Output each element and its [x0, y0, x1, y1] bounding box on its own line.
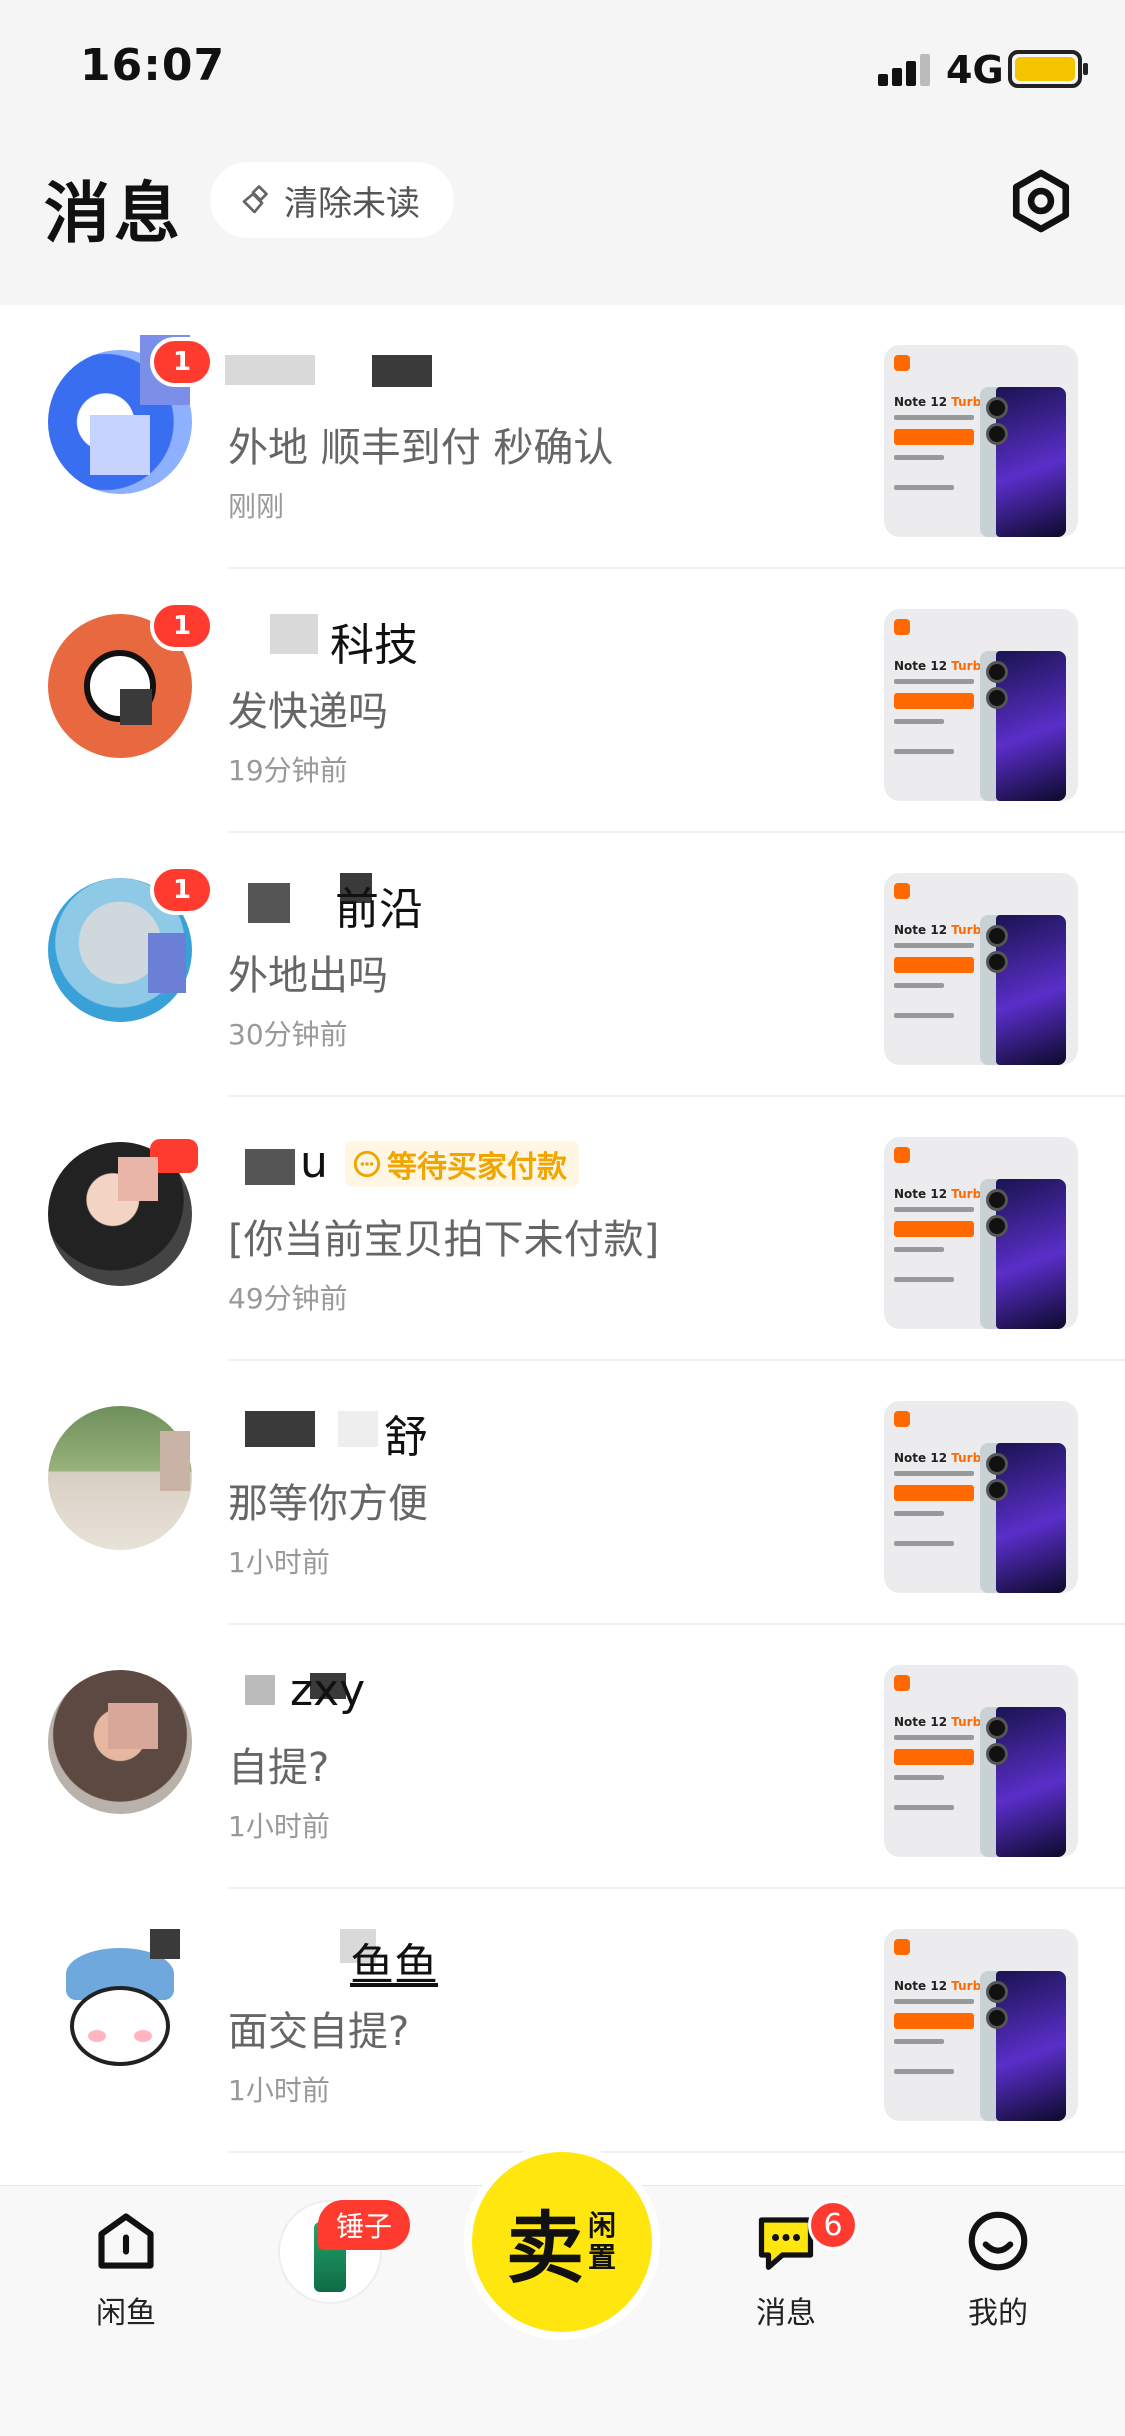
broom-icon: [242, 185, 268, 214]
message-time: 1小时前: [228, 2074, 330, 2107]
tab-home[interactable]: 闲鱼: [56, 2206, 196, 2332]
row-divider: [228, 2151, 1125, 2153]
order-status-tag: 等待买家付款: [345, 1141, 579, 1187]
message-time: 刚刚: [228, 490, 285, 523]
status-bar: 16:07 4G: [0, 0, 1125, 140]
message-preview: 外地出吗: [228, 953, 388, 999]
tab-mine[interactable]: 我的: [928, 2206, 1068, 2332]
product-thumbnail[interactable]: Note 12 Turbo: [884, 1401, 1078, 1593]
product-thumbnail[interactable]: Note 12 Turbo: [884, 1929, 1078, 2121]
contact-name: 科技: [330, 620, 418, 671]
conversation-row[interactable]: 舒 那等你方便 1小时前 Note 12 Turbo: [0, 1361, 1125, 1625]
tab-home-label: 闲鱼: [96, 2296, 156, 2331]
clear-unread-button[interactable]: 清除未读: [210, 162, 454, 238]
settings-icon[interactable]: [1008, 168, 1074, 234]
product-thumbnail[interactable]: Note 12 Turbo: [884, 1137, 1078, 1329]
product-thumbnail[interactable]: Note 12 Turbo: [884, 345, 1078, 537]
conversation-row[interactable]: 1 前沿 外地出吗 30分钟前 Note 12 Turbo: [0, 833, 1125, 1097]
message-time: 30分钟前: [228, 1018, 348, 1051]
tab-mine-label: 我的: [968, 2296, 1028, 2331]
conversation-row[interactable]: u 等待买家付款 [你当前宝贝拍下未付款] 49分钟前 Note 12 Turb…: [0, 1097, 1125, 1361]
message-time: 1小时前: [228, 1810, 330, 1843]
product-model: Note 12: [894, 1715, 948, 1729]
conversation-row[interactable]: zxy 自提? 1小时前 Note 12 Turbo: [0, 1625, 1125, 1889]
product-thumbnail[interactable]: Note 12 Turbo: [884, 873, 1078, 1065]
conversation-row[interactable]: 鱼鱼 面交自提? 1小时前 Note 12 Turbo: [0, 1889, 1125, 2153]
status-time: 16:07: [80, 40, 226, 91]
message-time: 49分钟前: [228, 1282, 348, 1315]
contact-name: zxy: [290, 1665, 366, 1716]
message-preview: 自提?: [228, 1745, 330, 1791]
unread-badge: 1: [150, 337, 214, 387]
message-preview: 外地 顺丰到付 秒确认: [228, 425, 614, 471]
contact-name: 鱼鱼: [350, 1940, 438, 1991]
clear-unread-label: 清除未读: [284, 183, 420, 224]
product-thumbnail[interactable]: Note 12 Turbo: [884, 609, 1078, 801]
network-label: 4G: [946, 48, 1004, 92]
conversation-list: 1 外地 顺丰到付 秒确认 刚刚 Note 12 Turbo 1 科技 发快递吗…: [0, 305, 1125, 2185]
message-preview: 面交自提?: [228, 2009, 410, 2055]
smile-icon: [968, 2211, 1028, 2271]
message-preview: [你当前宝贝拍下未付款]: [228, 1217, 660, 1263]
message-time: 19分钟前: [228, 754, 348, 787]
waiting-icon: [353, 1150, 381, 1178]
tab-messages-label: 消息: [756, 2296, 816, 2331]
page-header: 消息 清除未读: [0, 140, 1125, 305]
conversation-row[interactable]: 1 科技 发快递吗 19分钟前 Note 12 Turbo: [0, 569, 1125, 833]
unread-badge: 1: [150, 601, 214, 651]
sell-button[interactable]: 卖 闲置: [472, 2152, 652, 2332]
product-model: Note 12: [894, 1451, 948, 1465]
product-model: Note 12: [894, 1979, 948, 1993]
battery-icon: [1008, 50, 1088, 88]
product-thumbnail[interactable]: Note 12 Turbo: [884, 1665, 1078, 1857]
product-model: Note 12: [894, 659, 948, 673]
messages-badge: 6: [808, 2200, 858, 2250]
product-model: Note 12: [894, 1187, 948, 1201]
conversation-row[interactable]: 1 外地 顺丰到付 秒确认 刚刚 Note 12 Turbo: [0, 305, 1125, 569]
sell-sublabel: 闲置: [588, 2209, 617, 2274]
unread-badge: 1: [150, 865, 214, 915]
sell-label: 卖: [505, 2204, 584, 2294]
contact-name: 前沿: [335, 884, 423, 935]
contact-name: 舒: [384, 1412, 428, 1463]
product-model: Note 12: [894, 395, 948, 409]
message-preview: 那等你方便: [228, 1481, 428, 1527]
message-time: 1小时前: [228, 1546, 330, 1579]
home-icon: [98, 2213, 154, 2269]
hammer-tag: 锤子: [318, 2200, 411, 2250]
message-preview: 发快递吗: [228, 689, 388, 735]
signal-icon: [878, 52, 934, 86]
contact-name: u: [300, 1137, 328, 1188]
page-title: 消息: [44, 175, 184, 252]
product-model: Note 12: [894, 923, 948, 937]
order-status-label: 等待买家付款: [387, 1150, 567, 1185]
